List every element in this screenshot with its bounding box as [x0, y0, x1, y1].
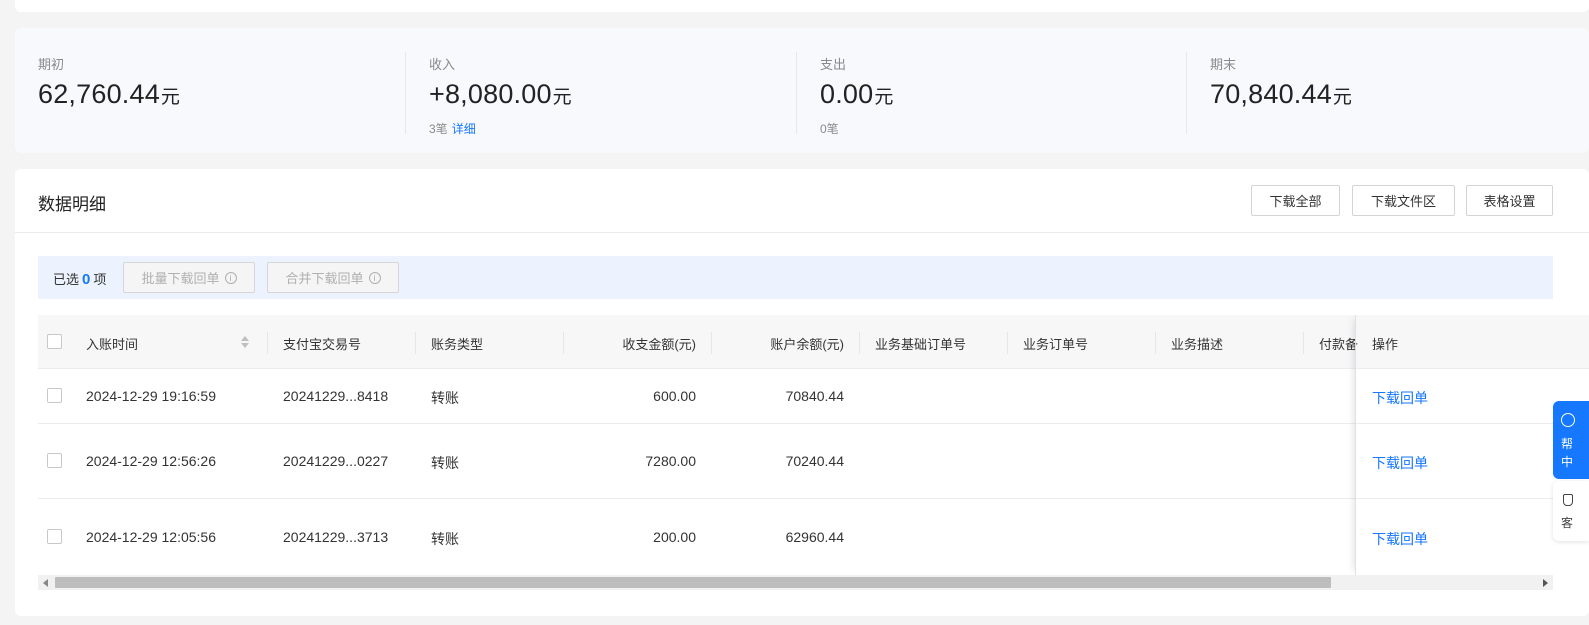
cell-type: 转账 [431, 390, 459, 406]
cell-balance: 70840.44 [785, 388, 844, 404]
selection-suffix: 项 [93, 272, 107, 287]
balance-summary: 期初 62,760.44元 收入 +8,080.00元 3笔 详细 支出 0.00… [15, 28, 1589, 153]
expense-amount: 0.00元 [820, 79, 894, 110]
col-base-order: 业务基础订单号 [875, 337, 967, 352]
selection-bar: 已选 0 项 批量下载回单 i 合并下载回单 i [38, 256, 1553, 299]
cell-amount: 600.00 [653, 388, 696, 404]
income-amount: +8,080.00元 [429, 79, 572, 110]
scroll-left-icon[interactable] [43, 579, 48, 587]
table-row: 2024-12-29 12:56:26 20241229...0227 转账 7… [38, 424, 1589, 499]
cell-trade-no: 20241229...3713 [283, 529, 389, 545]
income-label: 收入 [429, 57, 456, 72]
closing-unit: 元 [1332, 87, 1353, 108]
cell-time: 2024-12-29 12:56:26 [86, 453, 216, 469]
expense-value: 0.00 [820, 79, 874, 109]
expense-label: 支出 [820, 57, 847, 72]
cell-time: 2024-12-29 12:05:56 [86, 529, 216, 545]
closing-label: 期末 [1210, 57, 1237, 72]
help-center-widget[interactable]: 帮 中 [1553, 401, 1589, 479]
download-all-button[interactable]: 下载全部 [1251, 185, 1340, 216]
table-settings-button[interactable]: 表格设置 [1466, 185, 1553, 216]
cell-type: 转账 [431, 455, 459, 471]
column-separator [267, 332, 268, 354]
scrollbar-thumb[interactable] [55, 577, 1331, 588]
header-divider [15, 232, 1589, 233]
detail-title: 数据明细 [38, 195, 106, 214]
col-trade-no: 支付宝交易号 [283, 337, 362, 352]
service-icon [1563, 494, 1573, 506]
sort-icon[interactable] [241, 336, 249, 350]
row-checkbox[interactable] [47, 453, 62, 468]
select-all-checkbox[interactable] [47, 334, 62, 349]
column-separator [1155, 332, 1156, 354]
cell-amount: 7280.00 [645, 453, 696, 469]
info-icon: i [224, 271, 237, 284]
top-card-edge [15, 0, 1589, 12]
service-text: 客 [1561, 516, 1574, 530]
cell-time: 2024-12-29 19:16:59 [86, 388, 216, 404]
help-text-line2: 中 [1561, 455, 1574, 469]
opening-unit: 元 [160, 87, 181, 108]
table-row: 2024-12-29 19:16:59 20241229...8418 转账 6… [38, 369, 1589, 424]
table-row: 2024-12-29 12:05:56 20241229...3713 转账 2… [38, 499, 1589, 575]
cell-trade-no: 20241229...0227 [283, 453, 389, 469]
row-checkbox[interactable] [47, 529, 62, 544]
help-text-line1: 帮 [1561, 437, 1574, 451]
batch-download-receipts-button[interactable]: 批量下载回单 i [123, 262, 255, 293]
summary-divider [405, 52, 406, 134]
income-detail-link[interactable]: 详细 [452, 122, 476, 136]
income-value: +8,080.00 [429, 79, 552, 109]
selection-number: 0 [82, 271, 91, 288]
scroll-right-icon[interactable] [1543, 579, 1548, 587]
cell-trade-no: 20241229...8418 [283, 388, 389, 404]
opening-label: 期初 [38, 57, 65, 72]
opening-amount: 62,760.44元 [38, 79, 180, 110]
download-receipt-link[interactable]: 下载回单 [1372, 388, 1428, 408]
opening-value: 62,760.44 [38, 79, 160, 109]
col-remark: 付款备 [1319, 337, 1359, 352]
selection-count: 已选 0 项 [53, 269, 106, 288]
col-time[interactable]: 入账时间 [86, 334, 138, 353]
row-checkbox[interactable] [47, 388, 62, 403]
col-action: 操作 [1372, 334, 1459, 353]
column-separator [1007, 332, 1008, 354]
column-separator [415, 332, 416, 354]
col-desc: 业务描述 [1171, 337, 1224, 352]
cell-type: 转账 [431, 531, 459, 547]
closing-amount: 70,840.44元 [1210, 79, 1352, 110]
customer-service-widget[interactable]: 客 [1553, 481, 1589, 541]
selection-prefix: 已选 [53, 272, 80, 287]
income-unit: 元 [552, 87, 572, 108]
col-type: 账务类型 [431, 337, 484, 352]
column-separator [563, 332, 564, 354]
column-separator [859, 332, 860, 354]
income-count: 3笔 [429, 122, 448, 136]
col-balance: 账户余额(元) [770, 337, 844, 352]
cell-amount: 200.00 [653, 529, 696, 545]
cell-balance: 70240.44 [785, 453, 844, 469]
cell-balance: 62960.44 [785, 529, 844, 545]
summary-divider [796, 52, 797, 134]
column-separator [1303, 332, 1304, 354]
expense-count: 0笔 [820, 122, 839, 136]
download-file-area-button[interactable]: 下载文件区 [1352, 185, 1455, 216]
help-icon [1561, 413, 1575, 427]
download-receipt-link[interactable]: 下载回单 [1372, 529, 1428, 549]
income-count-line: 3笔 详细 [429, 120, 476, 137]
summary-divider [1186, 52, 1187, 134]
column-separator [711, 332, 712, 354]
expense-unit: 元 [874, 87, 894, 108]
col-amount: 收支金额(元) [622, 337, 696, 352]
horizontal-scrollbar[interactable] [38, 575, 1553, 590]
closing-value: 70,840.44 [1210, 79, 1332, 109]
transactions-table: 入账时间 支付宝交易号 账务类型 收支金额(元) 账户余额(元) 业务基础订单号… [38, 315, 1589, 575]
info-icon: i [368, 271, 381, 284]
download-receipt-link[interactable]: 下载回单 [1372, 453, 1428, 473]
merge-download-receipts-button[interactable]: 合并下载回单 i [267, 262, 399, 293]
batch-download-label: 批量下载回单 [141, 271, 220, 286]
merge-download-label: 合并下载回单 [285, 271, 364, 286]
col-order: 业务订单号 [1023, 337, 1089, 352]
data-detail-panel: 数据明细 下载全部 下载文件区 表格设置 已选 0 项 批量下载回单 i 合并下载回单… [15, 169, 1589, 616]
table-header: 入账时间 支付宝交易号 账务类型 收支金额(元) 账户余额(元) 业务基础订单号… [38, 315, 1589, 369]
